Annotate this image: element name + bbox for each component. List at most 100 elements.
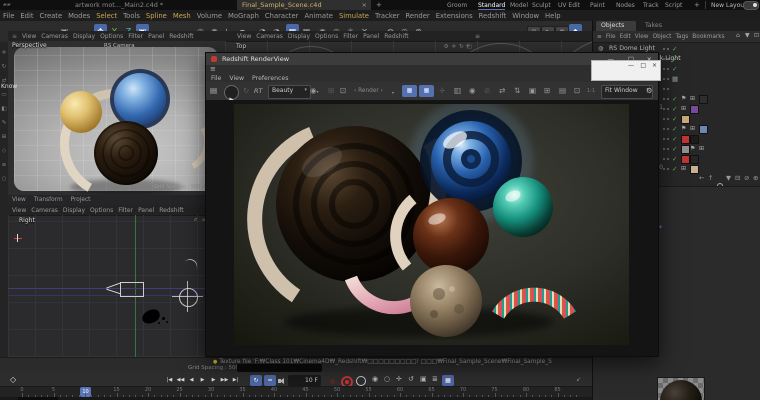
layout-toggle[interactable]	[743, 1, 759, 10]
menu-mesh[interactable]: Mesh	[173, 12, 191, 20]
keyframe-selection-button[interactable]: ◉	[372, 375, 378, 383]
viewport-menu-options[interactable]: Options	[90, 207, 113, 214]
menu-icon[interactable]: ≡	[12, 33, 17, 40]
back-icon[interactable]: ←	[699, 174, 704, 182]
viewport-menu-view[interactable]: View	[237, 33, 251, 40]
panel-tab-view[interactable]: View	[12, 197, 26, 203]
tag-icon[interactable]: ⚑	[681, 125, 686, 132]
maximize-button[interactable]: □	[640, 62, 646, 69]
visibility-dot[interactable]	[663, 88, 665, 90]
next-key-button[interactable]: ▶▶	[219, 375, 230, 386]
menu-tracker[interactable]: Tracker	[375, 12, 400, 20]
start-ipr-button[interactable]: ▶	[224, 85, 239, 103]
tag-icon[interactable]: ⚑	[681, 95, 686, 102]
enable-axis-icon[interactable]: ≡	[0, 162, 8, 168]
previous-frame-button[interactable]: ◀	[186, 375, 197, 386]
keyframe-list-toggle[interactable]: ≣	[432, 375, 438, 383]
objects-menu-view[interactable]: View	[635, 34, 649, 40]
tag-icon[interactable]: ⊞	[681, 105, 686, 112]
menu-window[interactable]: Window	[512, 12, 539, 20]
layout-tab-track[interactable]: Track	[643, 2, 659, 9]
crop-region-icon[interactable]: ⊡	[340, 86, 346, 95]
goto-end-button[interactable]: ▶|	[230, 375, 241, 386]
menu-redshift[interactable]: Redshift	[479, 12, 507, 20]
points-mode-icon[interactable]: ✎	[0, 120, 8, 126]
tag-icon[interactable]: ⊞	[690, 95, 695, 102]
disable-icon[interactable]: ⊘	[744, 174, 749, 182]
add-icon[interactable]: ⊕	[753, 174, 758, 182]
enabled-check-icon[interactable]: ✓	[672, 115, 677, 123]
material-chip[interactable]	[681, 145, 690, 154]
enabled-check-icon[interactable]: ✓	[672, 145, 677, 153]
autokey-button[interactable]	[356, 376, 366, 386]
viewport-menu-options[interactable]: Options	[100, 33, 123, 40]
menu-render[interactable]: Render	[406, 12, 430, 20]
render-dot[interactable]	[667, 98, 669, 100]
material-preview[interactable]	[657, 377, 705, 400]
layout-tab-model[interactable]: Model	[510, 2, 528, 9]
menu-icon[interactable]: ≡	[210, 65, 216, 73]
layout-tab-groom[interactable]: Groom	[447, 2, 467, 9]
simulation-toggle[interactable]: ≈	[264, 375, 276, 386]
render-dot[interactable]	[667, 138, 669, 140]
minimize-button[interactable]: —	[628, 62, 634, 69]
menu-select[interactable]: Select	[96, 12, 117, 20]
viewport-menu-cameras[interactable]: Cameras	[31, 207, 58, 214]
visibility-dot[interactable]	[663, 118, 665, 120]
aov-dropdown[interactable]: Beauty ▾	[268, 85, 311, 99]
polygons-mode-icon[interactable]: ◇	[0, 148, 8, 154]
viewport-solo-icon[interactable]: ○	[0, 176, 8, 182]
objects-menu-file[interactable]: File	[606, 34, 616, 40]
enabled-check-icon[interactable]: ✓	[672, 165, 677, 173]
snapshot-browser-icon[interactable]: ▤	[559, 86, 566, 95]
render-dot[interactable]	[667, 88, 669, 90]
menu-icon[interactable]: ≡	[475, 33, 480, 40]
add-layout-icon[interactable]: +	[694, 1, 700, 9]
render-dot[interactable]	[667, 118, 669, 120]
material-chip[interactable]	[681, 155, 690, 164]
keyframe-rotation-toggle[interactable]: ↺	[408, 375, 414, 383]
pixel-ratio-label[interactable]: 1:1	[587, 88, 595, 94]
next-frame-button[interactable]: ▶	[208, 375, 219, 386]
grid-overlay-icon[interactable]: ⊞	[328, 86, 334, 95]
render-dot[interactable]	[667, 78, 669, 80]
material-chip[interactable]	[699, 125, 708, 134]
objects-menu-object[interactable]: Object	[653, 34, 672, 40]
menu-extensions[interactable]: Extensions	[436, 12, 473, 20]
copy-image-icon[interactable]: ⊡	[574, 86, 580, 95]
filter-icon[interactable]: ▼	[745, 32, 750, 39]
keyframe-parameter-toggle[interactable]: ✛	[396, 375, 402, 383]
render-dot[interactable]	[667, 168, 669, 170]
viewport-perspective[interactable]: ≡ View Cameras Display Options Filter Panel Re…	[8, 31, 225, 195]
viewport-menu-redshift[interactable]: Redshift	[384, 33, 408, 40]
rotate-icon[interactable]: ↻	[0, 64, 8, 70]
viewport-menu-filter[interactable]: Filter	[128, 33, 143, 40]
render-dot[interactable]	[667, 128, 669, 130]
visibility-dot[interactable]	[663, 78, 665, 80]
visibility-dot[interactable]	[663, 148, 665, 150]
edges-mode-icon[interactable]: ⊞	[0, 134, 8, 140]
menu-character[interactable]: Character	[265, 12, 299, 20]
viewport-right[interactable]: View Transform Project View Cameras Display O…	[8, 195, 229, 357]
tab-takes[interactable]: Takes	[645, 22, 662, 29]
viewport-menu-redshift[interactable]: Redshift	[159, 207, 183, 214]
menu-icon[interactable]: ≡	[597, 34, 602, 40]
chevron-down-icon[interactable]: ▾	[392, 90, 394, 95]
layout-tab-nodes[interactable]: Nodes	[616, 2, 635, 9]
snapshot-icon[interactable]: ▣	[529, 86, 536, 95]
viewport-menu-display[interactable]: Display	[73, 33, 95, 40]
expand-vertical-icon[interactable]: ⇅	[514, 86, 520, 95]
panel-tab-transform[interactable]: Transform	[34, 197, 63, 203]
objects-menu-bookmarks[interactable]: Bookmarks	[692, 34, 724, 40]
viewport-menu-cameras[interactable]: Cameras	[256, 33, 283, 40]
expand-horizontal-icon[interactable]: ⇄	[499, 86, 505, 95]
enabled-check-icon[interactable]: ✓	[672, 45, 677, 53]
ab-compare-b-button[interactable]: ▦	[419, 85, 434, 97]
menu-modes[interactable]: Modes	[68, 12, 90, 20]
audio-icon[interactable]	[278, 378, 286, 384]
enabled-check-icon[interactable]: ✓	[672, 55, 677, 63]
renderview-canvas[interactable]: Frame 18 2023-03-08 15:56:54 (1m:7s)	[206, 100, 658, 356]
tab-objects[interactable]: Objects	[596, 21, 636, 31]
renderview-menu-preferences[interactable]: Preferences	[252, 75, 288, 82]
material-chip[interactable]	[690, 135, 699, 144]
